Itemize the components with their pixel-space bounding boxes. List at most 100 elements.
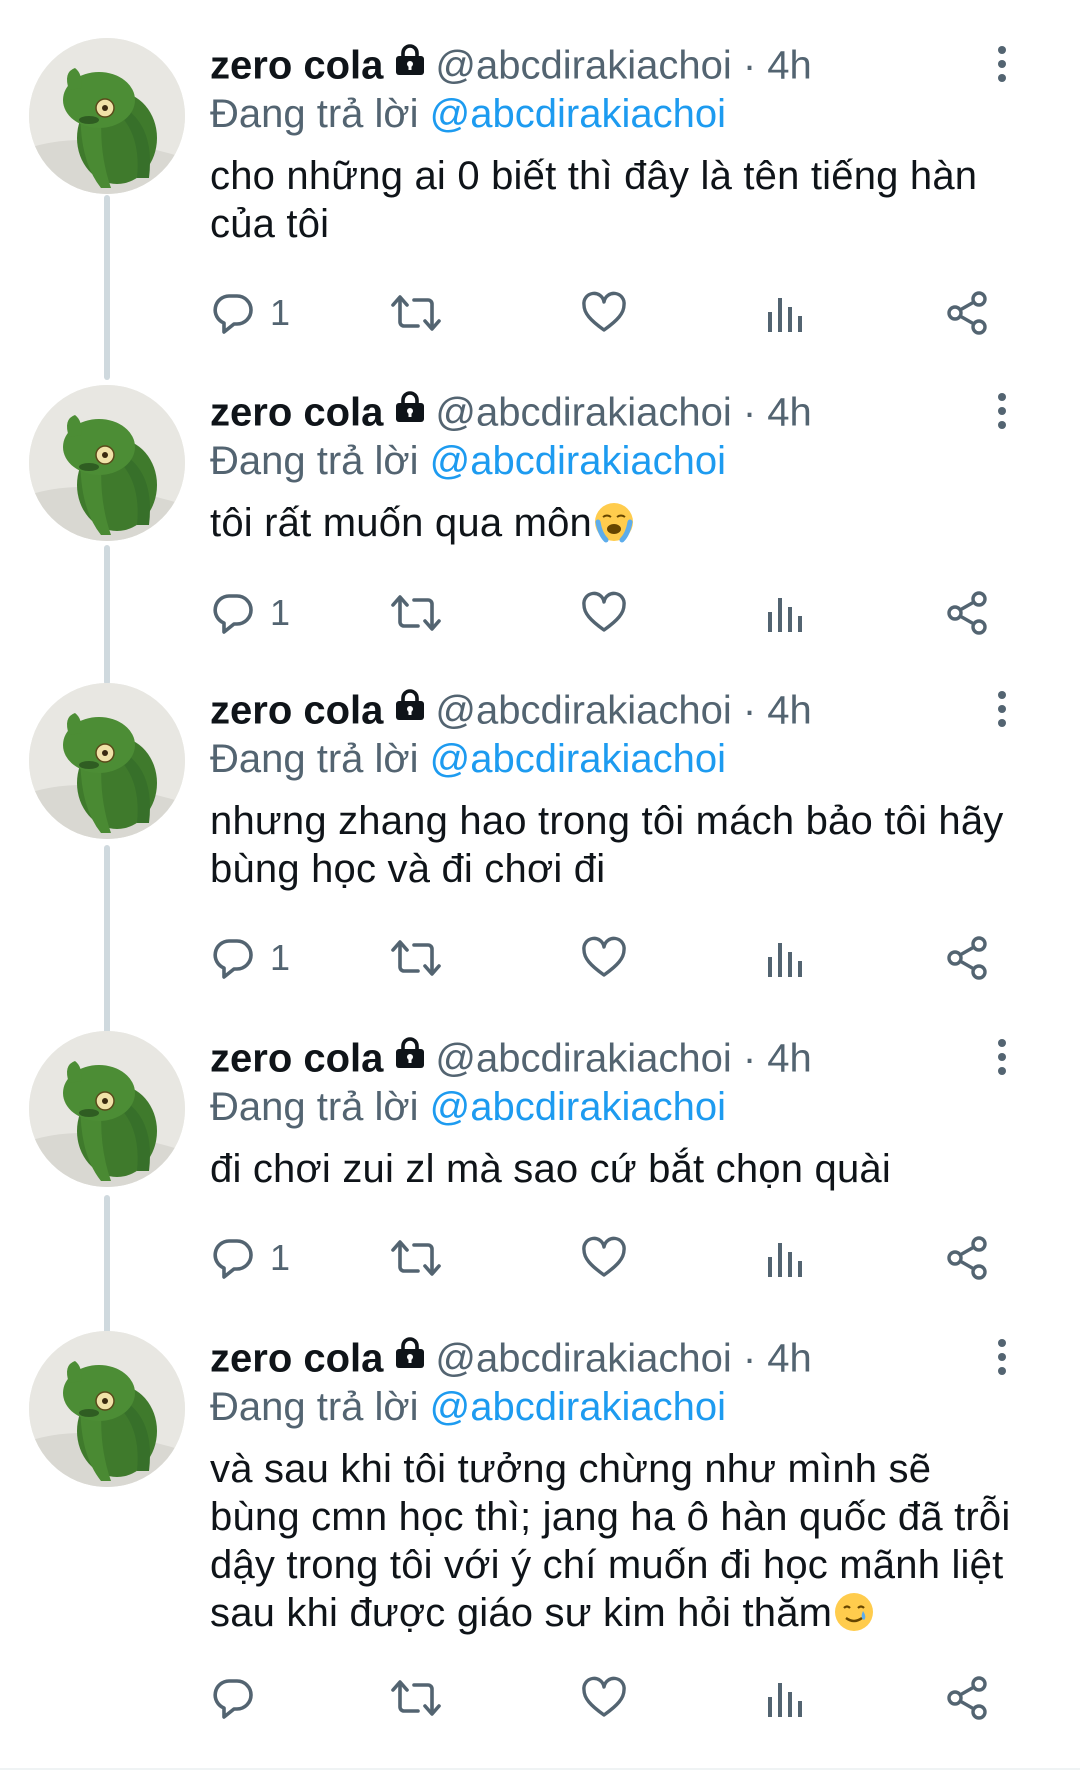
thread-line [104,1195,110,1335]
replying-mention[interactable]: @abcdirakiachoi [430,92,726,136]
smiling-face-with-tear-emoji [832,1591,876,1635]
replying-label: Đang trả lời [210,1085,419,1129]
replying-mention[interactable]: @abcdirakiachoi [430,1085,726,1129]
avatar[interactable] [29,1331,185,1487]
tweet-actions: 1 [210,928,1030,988]
replying-label: Đang trả lời [210,92,419,136]
tweet-actions: 1 [210,1228,1030,1288]
replying-to: Đang trả lời @abcdirakiachoi [210,90,1040,138]
display-name[interactable]: zero cola [210,1337,383,1381]
share-button[interactable] [945,1668,991,1728]
tweet-actions: 1 [210,283,1030,343]
tweet-text-line: sau khi được giáo sư kim hỏi thăm [210,1589,1040,1637]
display-name[interactable]: zero cola [210,689,383,733]
share-icon [945,590,991,636]
retweet-icon [390,290,442,336]
tweet-header: zero cola @abcdirakiachoi · 4h [210,38,1040,90]
retweet-button[interactable] [390,1228,442,1288]
reply-icon [210,935,256,981]
more-options-icon[interactable] [984,44,1020,84]
more-options-icon[interactable] [984,391,1020,431]
username[interactable]: @abcdirakiachoi [435,1037,731,1081]
reply-count: 1 [270,292,291,333]
tweet-text: nhưng zhang hao trong tôi mách bảo tôi h… [210,797,1040,893]
tweet-text-span: sau khi được giáo sư kim hỏi thăm [210,1591,833,1635]
reply-button[interactable]: 1 [210,583,290,643]
retweet-button[interactable] [390,1668,442,1728]
analytics-button[interactable] [765,1668,805,1728]
analytics-icon [765,290,805,336]
timestamp[interactable]: · 4h [743,391,812,435]
lock-icon [393,1031,427,1083]
replying-to: Đang trả lời @abcdirakiachoi [210,1383,1040,1431]
heart-icon [580,290,628,336]
lock-icon [393,1331,427,1383]
reply-button[interactable]: 1 [210,1228,290,1288]
reply-count: 1 [270,937,291,978]
like-button[interactable] [580,583,628,643]
heart-icon [580,935,628,981]
tweet-text-line: tôi rất muốn qua môn [210,499,1040,547]
tweet-header: zero cola @abcdirakiachoi · 4h [210,1031,1040,1083]
share-icon [945,935,991,981]
username[interactable]: @abcdirakiachoi [435,391,731,435]
avatar[interactable] [29,38,185,194]
share-button[interactable] [945,583,991,643]
replying-mention[interactable]: @abcdirakiachoi [430,439,726,483]
retweet-button[interactable] [390,283,442,343]
analytics-button[interactable] [765,283,805,343]
thread-line [104,545,110,685]
reply-count: 1 [270,592,291,633]
analytics-button[interactable] [765,928,805,988]
reply-button[interactable]: 1 [210,283,290,343]
share-button[interactable] [945,1228,991,1288]
reply-button[interactable]: 1 [210,928,290,988]
replying-mention[interactable]: @abcdirakiachoi [430,1385,726,1429]
analytics-icon [765,1235,805,1281]
retweet-button[interactable] [390,928,442,988]
share-button[interactable] [945,283,991,343]
timestamp[interactable]: · 4h [743,689,812,733]
replying-label: Đang trả lời [210,737,419,781]
analytics-button[interactable] [765,583,805,643]
like-button[interactable] [580,1228,628,1288]
avatar[interactable] [29,1031,185,1187]
reply-icon [210,1675,256,1721]
username[interactable]: @abcdirakiachoi [435,689,731,733]
heart-icon [580,1235,628,1281]
display-name[interactable]: zero cola [210,1037,383,1081]
tweet-text-line: và sau khi tôi tưởng chừng như mình sẽ [210,1447,932,1491]
display-name[interactable]: zero cola [210,391,383,435]
lock-icon [393,385,427,437]
timestamp[interactable]: · 4h [743,1337,812,1381]
reply-button[interactable] [210,1668,270,1728]
divider [0,1768,1080,1770]
avatar[interactable] [29,683,185,839]
like-button[interactable] [580,283,628,343]
tweet-text-line: nhưng zhang hao trong tôi mách bảo tôi h… [210,799,1004,843]
tweet-text-line: bùng học và đi chơi đi [210,847,606,891]
retweet-button[interactable] [390,583,442,643]
replying-to: Đang trả lời @abcdirakiachoi [210,437,1040,485]
more-options-icon[interactable] [984,1337,1020,1377]
tweet-text-line: dậy trong tôi với ý chí muốn đi học mãnh… [210,1543,1004,1587]
username[interactable]: @abcdirakiachoi [435,44,731,88]
share-button[interactable] [945,928,991,988]
more-options-icon[interactable] [984,1037,1020,1077]
timestamp[interactable]: · 4h [743,44,812,88]
display-name[interactable]: zero cola [210,44,383,88]
tweet-text: đi chơi zui zl mà sao cứ bắt chọn quài [210,1145,1040,1193]
avatar[interactable] [29,385,185,541]
tweet-text-line: bùng cmn học thì; jang ha ô hàn quốc đã … [210,1495,1011,1539]
retweet-icon [390,1675,442,1721]
like-button[interactable] [580,928,628,988]
replying-mention[interactable]: @abcdirakiachoi [430,737,726,781]
analytics-button[interactable] [765,1228,805,1288]
tweet-text-line: đi chơi zui zl mà sao cứ bắt chọn quài [210,1147,891,1191]
more-options-icon[interactable] [984,689,1020,729]
heart-icon [580,1675,628,1721]
timestamp[interactable]: · 4h [743,1037,812,1081]
like-button[interactable] [580,1668,628,1728]
username[interactable]: @abcdirakiachoi [435,1337,731,1381]
reply-icon [210,590,256,636]
